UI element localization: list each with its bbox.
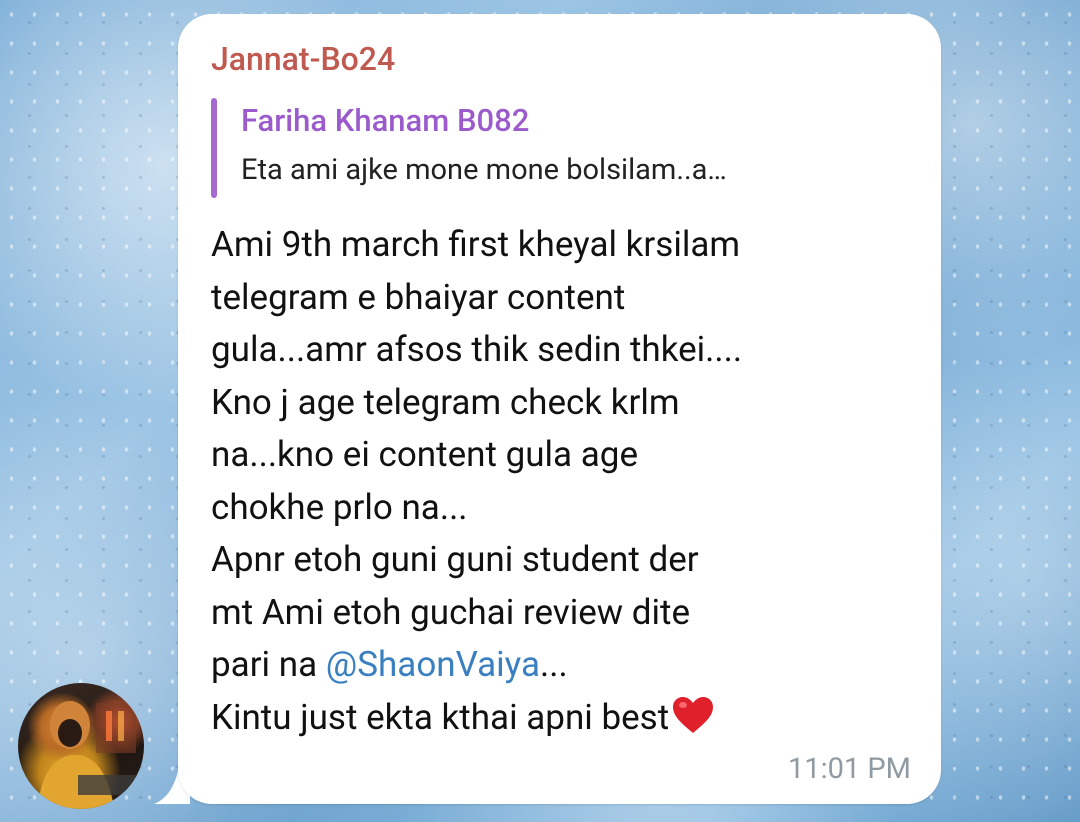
avatar-photo-icon [38, 701, 138, 809]
red-heart-icon [673, 696, 714, 733]
reply-accent-bar [211, 98, 217, 198]
message-line-with-mention: pari na @ShaonVaiya... [211, 639, 921, 692]
message-timestamp: 11:01 PM [787, 752, 911, 786]
message-line: telegram e bhaiyar content [211, 276, 626, 318]
message-line: gula...amr afsos thik sedin thkei.... [211, 329, 743, 370]
message-line: Apnr etoh guni guni student der [211, 539, 699, 580]
reply-author: Fariha Khanam B082 [241, 102, 530, 139]
message-line: mt Ami etoh guchai review dite [211, 591, 691, 633]
reply-preview[interactable]: Fariha Khanam B082 Eta ami ajke mone mon… [211, 98, 911, 198]
reply-snippet: Eta ami ajke mone mone bolsilam..a… [241, 153, 727, 187]
message-text: Ami 9th march first kheyal krsilam teleg… [211, 219, 921, 744]
message-line: chokhe prlo na... [211, 486, 468, 528]
line-prefix: pari na [211, 644, 326, 685]
sender-avatar[interactable] [18, 683, 144, 809]
line-suffix: ... [540, 644, 568, 685]
message-line: Kno j age telegram check krlm [211, 381, 680, 423]
mention-link[interactable]: @ShaonVaiya [326, 644, 540, 685]
sender-name[interactable]: Jannat-Bo24 [211, 40, 395, 78]
message-line-text: Kintu just ekta kthai apni best [211, 696, 670, 738]
message-line: Ami 9th march first kheyal krsilam [211, 224, 741, 265]
message-bubble[interactable]: Jannat-Bo24 Fariha Khanam B082 Eta ami a… [178, 14, 941, 804]
message-line-last: Kintu just ekta kthai apni best [211, 692, 921, 745]
message-line: na...kno ei content gula age [211, 434, 639, 475]
